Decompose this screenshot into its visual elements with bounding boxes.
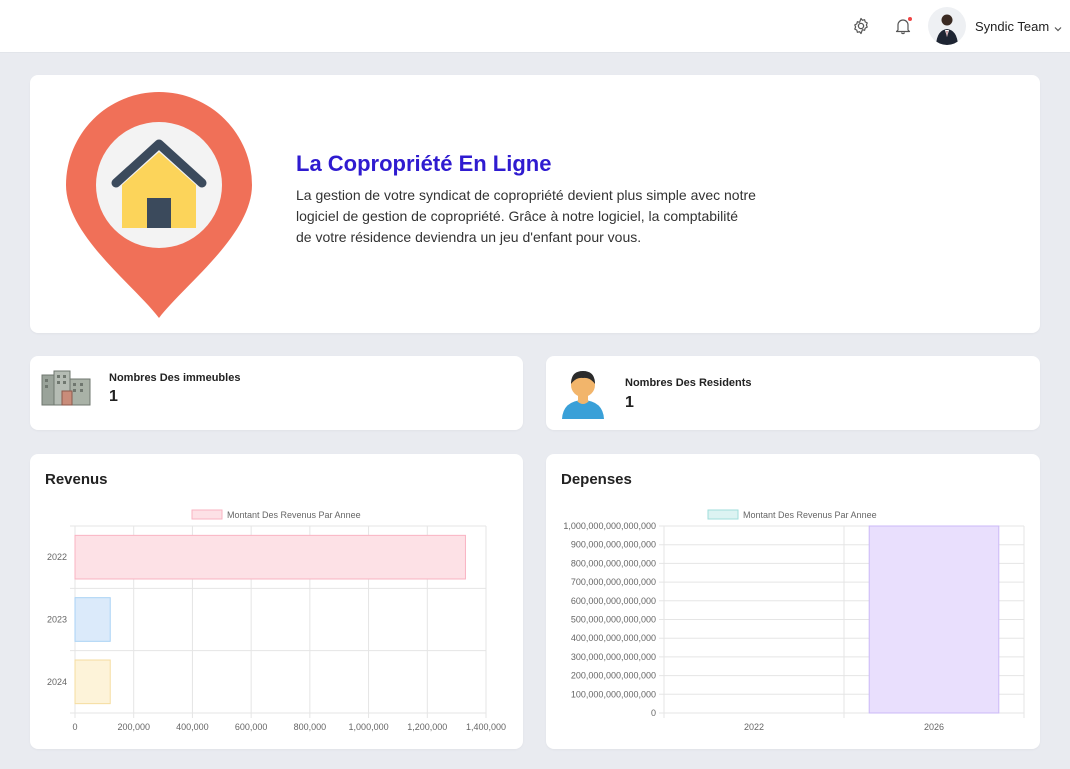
bar bbox=[74, 597, 111, 642]
buildings-stat-card: Nombres Des immeubles 1 bbox=[30, 356, 523, 430]
buildings-label: Nombres Des immeubles bbox=[109, 372, 241, 384]
y-tick-label: 700,000,000,000,000 bbox=[571, 577, 656, 587]
y-tick-label: 900,000,000,000,000 bbox=[571, 540, 656, 550]
y-tick-label: 1,000,000,000,000,000 bbox=[563, 521, 656, 531]
chevron-down-icon[interactable] bbox=[1053, 21, 1063, 32]
y-tick-label: 2024 bbox=[47, 677, 67, 687]
residents-stat-card: Nombres Des Residents 1 bbox=[546, 356, 1040, 430]
bar bbox=[868, 525, 1000, 714]
x-tick-label: 200,000 bbox=[117, 722, 150, 732]
bar bbox=[74, 659, 111, 705]
resident-avatar-icon bbox=[560, 365, 606, 426]
y-tick-label: 200,000,000,000,000 bbox=[571, 671, 656, 681]
x-tick-label: 1,200,000 bbox=[407, 722, 447, 732]
buildings-count: 1 bbox=[109, 388, 118, 405]
x-tick-label: 2026 bbox=[924, 722, 944, 732]
x-tick-label: 2022 bbox=[744, 722, 764, 732]
y-tick-label: 100,000,000,000,000 bbox=[571, 689, 656, 699]
y-tick-label: 800,000,000,000,000 bbox=[571, 558, 656, 568]
bell-icon[interactable] bbox=[893, 16, 913, 36]
legend-swatch bbox=[707, 509, 739, 520]
location-pin-house-icon bbox=[64, 90, 254, 325]
revenus-chart-card: Revenus Montant Des Revenus Par Annee 0 20… bbox=[30, 454, 523, 749]
buildings-icon bbox=[40, 369, 94, 412]
y-tick-label: 500,000,000,000,000 bbox=[571, 615, 656, 625]
y-tick-label: 400,000,000,000,000 bbox=[571, 633, 656, 643]
y-tick-label: 2023 bbox=[47, 615, 67, 625]
top-navbar: Syndic Team bbox=[0, 0, 1070, 53]
depenses-chart-card: Depenses Montant Des Revenus Par Annee 0 1… bbox=[546, 454, 1040, 749]
x-tick-label: 600,000 bbox=[235, 722, 268, 732]
x-tick-label: 800,000 bbox=[294, 722, 327, 732]
hero-description: La gestion de votre syndicat de copropri… bbox=[296, 187, 756, 245]
hero-card: La Copropriété En Ligne La gestion de vo… bbox=[30, 75, 1040, 333]
gear-icon[interactable] bbox=[851, 16, 871, 36]
residents-label: Nombres Des Residents bbox=[625, 377, 752, 389]
bar bbox=[74, 534, 466, 580]
x-tick-label: 1,400,000 bbox=[466, 722, 506, 732]
x-tick-label: 0 bbox=[72, 722, 77, 732]
hero-title: La Copropriété En Ligne bbox=[296, 151, 552, 176]
legend-swatch bbox=[191, 509, 223, 520]
user-name[interactable]: Syndic Team bbox=[975, 19, 1049, 34]
notification-dot bbox=[908, 17, 912, 21]
depenses-chart: Montant Des Revenus Par Annee 0 100,000,00… bbox=[563, 509, 1025, 732]
y-tick-label: 600,000,000,000,000 bbox=[571, 596, 656, 606]
y-tick-label: 2022 bbox=[47, 552, 67, 562]
x-tick-label: 1,000,000 bbox=[349, 722, 389, 732]
legend-label: Montant Des Revenus Par Annee bbox=[227, 510, 361, 520]
residents-count: 1 bbox=[625, 394, 634, 411]
y-tick-label: 300,000,000,000,000 bbox=[571, 652, 656, 662]
x-tick-label: 400,000 bbox=[176, 722, 209, 732]
avatar[interactable] bbox=[928, 7, 966, 45]
y-tick-label: 0 bbox=[651, 708, 656, 718]
legend-label: Montant Des Revenus Par Annee bbox=[743, 510, 877, 520]
revenus-chart: Montant Des Revenus Par Annee 0 200,000 400… bbox=[47, 509, 506, 732]
